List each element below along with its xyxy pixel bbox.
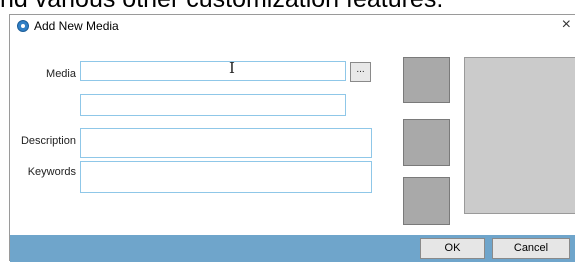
media-thumbnail-3[interactable]: [403, 177, 450, 225]
close-icon[interactable]: ×: [562, 16, 571, 34]
media-preview: [464, 57, 575, 214]
i-beam-cursor: I: [229, 59, 235, 77]
description-label: Description: [20, 135, 76, 147]
media-thumbnail-1[interactable]: [403, 57, 450, 103]
keywords-label: Keywords: [27, 166, 76, 178]
dialog-title: Add New Media: [34, 19, 119, 33]
media-thumbnail-2[interactable]: [403, 119, 450, 166]
title-bar: Add New Media ×: [10, 15, 575, 38]
description-field[interactable]: [80, 128, 372, 158]
ok-button[interactable]: OK: [420, 238, 485, 259]
dialog-footer: [10, 235, 575, 262]
cancel-button[interactable]: Cancel: [492, 238, 570, 259]
media-input[interactable]: [80, 61, 346, 81]
browse-button[interactable]: ...: [350, 62, 371, 82]
secondary-media-input[interactable]: [80, 94, 346, 116]
app-icon: [17, 20, 29, 32]
media-label: Media: [46, 68, 76, 80]
background-page-text: nd various other customization features.: [0, 0, 575, 14]
keywords-field[interactable]: [80, 161, 372, 193]
add-new-media-dialog: Add New Media × Media ... I Description …: [9, 14, 575, 262]
